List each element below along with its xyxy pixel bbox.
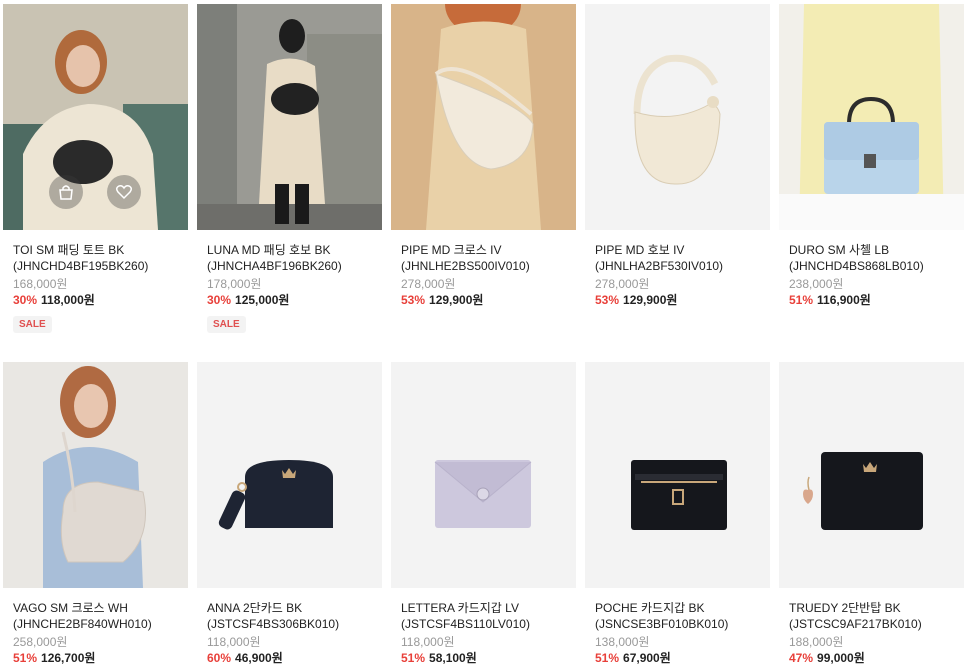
product-name[interactable]: PIPE MD 호보 IV bbox=[595, 242, 760, 258]
sale-price: 67,900원 bbox=[623, 651, 671, 665]
original-price: 278,000원 bbox=[401, 277, 456, 291]
product-card[interactable]: LUNA MD 패딩 호보 BK (JHNCHA4BF196BK260) 178… bbox=[197, 4, 382, 333]
product-image[interactable] bbox=[197, 362, 382, 588]
discount-rate: 47% bbox=[789, 651, 814, 665]
add-to-cart-button[interactable] bbox=[49, 175, 83, 209]
product-code: (JSNCSE3BF010BK010) bbox=[595, 617, 729, 631]
discount-rate: 51% bbox=[401, 651, 426, 665]
product-name[interactable]: LETTERA 카드지갑 LV bbox=[401, 600, 566, 616]
product-image[interactable] bbox=[585, 362, 770, 588]
product-card[interactable]: TOI SM 패딩 토트 BK (JHNCHD4BF195BK260) 168,… bbox=[3, 4, 188, 333]
sale-badge: SALE bbox=[207, 316, 246, 333]
product-name[interactable]: DURO SM 사첼 LB bbox=[789, 242, 954, 258]
sale-price: 58,100원 bbox=[429, 651, 477, 665]
product-code: (JSTCSC9AF217BK010) bbox=[789, 617, 922, 631]
discount-rate: 53% bbox=[595, 293, 620, 307]
sale-price: 129,900원 bbox=[429, 293, 484, 307]
discount-rate: 51% bbox=[595, 651, 620, 665]
sale-price: 126,700원 bbox=[41, 651, 96, 665]
discount-rate: 51% bbox=[13, 651, 38, 665]
original-price: 118,000원 bbox=[207, 635, 261, 649]
original-price: 138,000원 bbox=[595, 635, 650, 649]
product-code: (JSTCSF4BS306BK010) bbox=[207, 617, 340, 631]
original-price: 278,000원 bbox=[595, 277, 650, 291]
product-card[interactable]: PIPE MD 크로스 IV (JHNLHE2BS500IV010) 278,0… bbox=[391, 4, 576, 308]
discount-rate: 30% bbox=[207, 293, 232, 307]
product-name[interactable]: POCHE 카드지갑 BK bbox=[595, 600, 760, 616]
product-image[interactable] bbox=[779, 362, 964, 588]
original-price: 178,000원 bbox=[207, 277, 262, 291]
product-name[interactable]: TRUEDY 2단반탑 BK bbox=[789, 600, 954, 616]
wishlist-button[interactable] bbox=[107, 175, 141, 209]
product-image[interactable] bbox=[585, 4, 770, 230]
product-card[interactable]: TRUEDY 2단반탑 BK (JSTCSC9AF217BK010) 188,0… bbox=[779, 362, 964, 666]
product-image[interactable] bbox=[3, 362, 188, 588]
discount-rate: 30% bbox=[13, 293, 38, 307]
original-price: 188,000원 bbox=[789, 635, 844, 649]
original-price: 118,000원 bbox=[401, 635, 455, 649]
product-image[interactable] bbox=[3, 4, 188, 230]
original-price: 238,000원 bbox=[789, 277, 844, 291]
product-code: (JSTCSF4BS110LV010) bbox=[401, 617, 530, 631]
original-price: 258,000원 bbox=[13, 635, 68, 649]
product-code: (JHNLHA2BF530IV010) bbox=[595, 259, 724, 273]
product-card[interactable]: LETTERA 카드지갑 LV (JSTCSF4BS110LV010) 118,… bbox=[391, 362, 576, 666]
product-image[interactable] bbox=[391, 4, 576, 230]
product-card[interactable]: PIPE MD 호보 IV (JHNLHA2BF530IV010) 278,00… bbox=[585, 4, 770, 308]
product-name[interactable]: ANNA 2단카드 BK bbox=[207, 600, 372, 616]
sale-price: 46,900원 bbox=[235, 651, 283, 665]
original-price: 168,000원 bbox=[13, 277, 68, 291]
sale-price: 118,000원 bbox=[41, 293, 95, 307]
product-code: (JHNCHA4BF196BK260) bbox=[207, 259, 342, 273]
bag-plus-icon bbox=[59, 185, 73, 200]
product-card[interactable]: VAGO SM 크로스 WH (JHNCHE2BF840WH010) 258,0… bbox=[3, 362, 188, 666]
product-image[interactable] bbox=[197, 4, 382, 230]
product-name[interactable]: LUNA MD 패딩 호보 BK bbox=[207, 242, 372, 258]
product-code: (JHNCHD4BS868LB010) bbox=[789, 259, 924, 273]
product-image[interactable] bbox=[391, 362, 576, 588]
sale-price: 99,000원 bbox=[817, 651, 865, 665]
product-code: (JHNLHE2BS500IV010) bbox=[401, 259, 530, 273]
product-name[interactable]: PIPE MD 크로스 IV bbox=[401, 242, 566, 258]
product-image[interactable] bbox=[779, 4, 964, 230]
discount-rate: 51% bbox=[789, 293, 814, 307]
product-card[interactable]: POCHE 카드지갑 BK (JSNCSE3BF010BK010) 138,00… bbox=[585, 362, 770, 666]
product-name[interactable]: VAGO SM 크로스 WH bbox=[13, 600, 178, 616]
product-code: (JHNCHD4BF195BK260) bbox=[13, 259, 149, 273]
product-card[interactable]: DURO SM 사첼 LB (JHNCHD4BS868LB010) 238,00… bbox=[779, 4, 964, 308]
sale-price: 129,900원 bbox=[623, 293, 678, 307]
sale-price: 125,000원 bbox=[235, 293, 290, 307]
product-name[interactable]: TOI SM 패딩 토트 BK bbox=[13, 242, 178, 258]
product-card[interactable]: ANNA 2단카드 BK (JSTCSF4BS306BK010) 118,000… bbox=[197, 362, 382, 666]
discount-rate: 53% bbox=[401, 293, 426, 307]
product-code: (JHNCHE2BF840WH010) bbox=[13, 617, 152, 631]
heart-icon bbox=[115, 185, 133, 200]
sale-price: 116,900원 bbox=[817, 293, 871, 307]
sale-badge: SALE bbox=[13, 316, 52, 333]
discount-rate: 60% bbox=[207, 651, 232, 665]
